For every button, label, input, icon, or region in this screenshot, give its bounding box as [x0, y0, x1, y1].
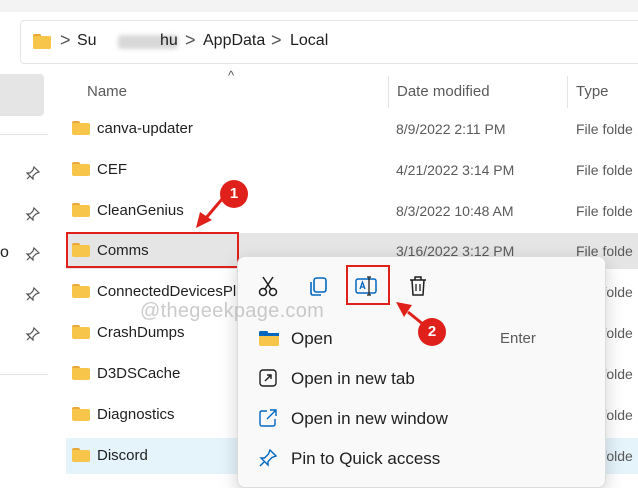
annotation-arrows: [196, 191, 425, 327]
annotation-badge-2: 2: [418, 318, 446, 346]
annotation-badge-1: 1: [220, 180, 248, 208]
